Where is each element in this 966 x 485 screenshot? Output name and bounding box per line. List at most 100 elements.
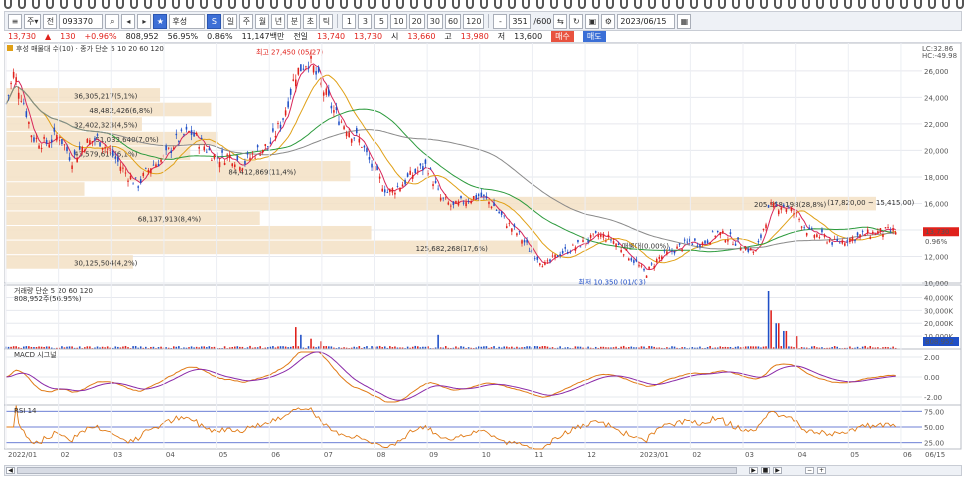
candle-body <box>854 239 856 242</box>
period-tick-button[interactable]: 틱 <box>319 13 334 29</box>
interval-120-button[interactable]: 120 <box>463 13 485 29</box>
candle-body <box>114 156 117 159</box>
period-minute-button[interactable]: 분 <box>287 13 302 29</box>
candle-body <box>612 241 615 244</box>
interval-5-button[interactable]: 5 <box>374 13 389 29</box>
next-stock-button[interactable]: ▸ <box>137 13 152 29</box>
menu-icon[interactable]: ≡ <box>8 13 22 29</box>
save-icon[interactable]: ▣ <box>585 13 600 29</box>
binding-ring <box>172 0 180 9</box>
count-input[interactable]: 351 <box>509 13 532 29</box>
candle-body <box>312 65 315 73</box>
candle-body <box>437 188 439 190</box>
binding-ring <box>88 0 96 9</box>
volume-profile-label: 30,125,504(4,2%) <box>74 259 138 267</box>
interval-20-button[interactable]: 20 <box>408 13 425 29</box>
candle-body <box>223 162 226 165</box>
date-input[interactable]: 2023/06/15 <box>617 13 676 29</box>
candle-body <box>348 132 350 137</box>
period-day-button[interactable]: 일 <box>223 13 238 29</box>
play-icon[interactable]: ▶ <box>773 467 782 474</box>
count-down-button[interactable]: - <box>493 13 508 29</box>
candle-body <box>800 226 803 228</box>
search-icon[interactable]: ⌕ <box>105 13 120 29</box>
interval-30-button[interactable]: 30 <box>426 13 443 29</box>
stock-name-field[interactable]: 후성 <box>169 13 206 29</box>
candle-body <box>485 196 488 199</box>
scroll-thumb[interactable] <box>17 467 737 474</box>
candle-body <box>727 239 729 242</box>
candle-body <box>414 168 417 174</box>
month-label: 04 <box>166 451 175 459</box>
interval-1-button[interactable]: 1 <box>342 13 357 29</box>
candle-body <box>462 202 465 204</box>
candle-body <box>251 153 254 155</box>
favorite-icon[interactable]: ★ <box>153 13 168 29</box>
interval-10-button[interactable]: 10 <box>390 13 407 29</box>
calendar-icon[interactable]: ▦ <box>677 13 692 29</box>
candle-body <box>605 240 607 242</box>
candle-body <box>653 266 655 269</box>
candle-body <box>755 250 757 252</box>
candle-body <box>480 192 483 197</box>
all-select[interactable]: 전 <box>43 13 58 29</box>
binding-ring <box>466 0 474 9</box>
candle-body <box>495 210 498 211</box>
interval-3-button[interactable]: 3 <box>358 13 373 29</box>
candle-body <box>594 231 597 233</box>
candle-body <box>752 251 755 253</box>
candle-body <box>282 118 284 120</box>
scroll-right-icon[interactable]: ▶ <box>749 467 758 474</box>
binding-ring <box>186 0 194 9</box>
candle-body <box>269 141 272 144</box>
candle-body <box>526 239 528 243</box>
sell-button[interactable]: 매도 <box>582 31 606 42</box>
binding-ring <box>32 0 40 9</box>
binding-ring <box>662 0 670 9</box>
period-second-button[interactable]: 초 <box>303 13 318 29</box>
binding-ring <box>830 0 838 9</box>
chart-scrollbar[interactable]: ◀ ▶ ■ ▶ − + <box>4 465 962 476</box>
binding-ring <box>284 0 292 9</box>
candle-body <box>236 155 239 160</box>
period-week-button[interactable]: 주 <box>239 13 254 29</box>
candle-body <box>681 249 683 252</box>
stock-code-input[interactable]: 093370 <box>59 13 104 29</box>
period-year-button[interactable]: 년 <box>271 13 286 29</box>
candle-body <box>7 95 10 96</box>
settings-icon[interactable]: ⚙ <box>601 13 616 29</box>
scroll-left-icon[interactable]: ◀ <box>6 467 15 474</box>
candle-body <box>322 92 325 96</box>
stock-chart[interactable]: 10,00012,00014,00016,00018,00020,00022,0… <box>4 43 962 464</box>
month-label: 05 <box>850 451 859 459</box>
period-month-button[interactable]: 월 <box>255 13 270 29</box>
candle-body <box>892 228 894 231</box>
candle-body <box>328 89 330 96</box>
zoom-icon[interactable]: ⇆ <box>553 13 568 29</box>
candle-body <box>678 243 681 245</box>
refresh-icon[interactable]: ↻ <box>569 13 584 29</box>
candle-body <box>559 254 561 256</box>
stop-icon[interactable]: ■ <box>761 467 770 474</box>
candle-body <box>856 232 859 236</box>
chart-toolbar: ≡ 주▾ 전 093370 ⌕ ◂ ▸ ★ 후성 S 일 주 월 년 분 초 틱… <box>4 11 962 31</box>
month-label: 02 <box>61 451 70 459</box>
type-button[interactable]: S <box>207 13 222 29</box>
zoom-out-icon[interactable]: − <box>805 467 814 474</box>
candle-body <box>109 149 112 151</box>
rsi-tick-label: 50.00 <box>924 424 944 432</box>
binding-ring <box>578 0 586 9</box>
prev-stock-button[interactable]: ◂ <box>121 13 136 29</box>
buy-button[interactable]: 매수 <box>551 31 574 42</box>
rsi-pane: 75.00 50.00 25.00 RSI 14 <box>4 404 962 450</box>
open-price: 13,660 <box>407 32 436 41</box>
binding-ring <box>144 0 152 9</box>
zoom-in-icon[interactable]: + <box>817 467 826 474</box>
candle-body <box>866 229 869 233</box>
interval-60-button[interactable]: 60 <box>444 13 462 29</box>
candle-body <box>716 230 719 233</box>
binding-ring <box>368 0 376 9</box>
turnover-pct: 0.86% <box>207 32 233 41</box>
candle-body <box>356 128 358 134</box>
market-select[interactable]: 주▾ <box>24 13 42 29</box>
